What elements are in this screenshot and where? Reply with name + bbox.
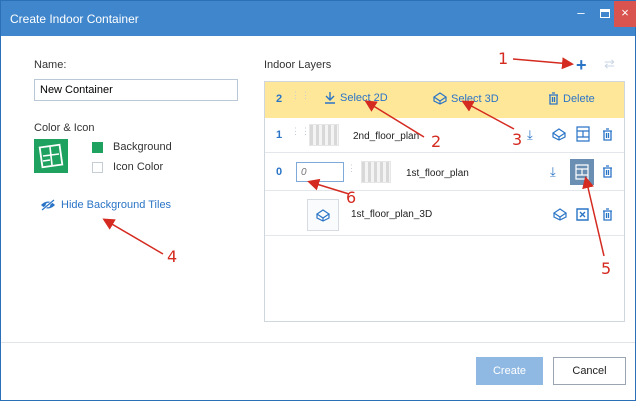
dialog-window: Create Indoor Container – × Name: Color … xyxy=(0,0,636,401)
annotation-label: 6 xyxy=(346,188,357,207)
icon-color-label: Icon Color xyxy=(113,161,164,173)
cancel-button[interactable]: Cancel xyxy=(553,357,626,385)
layer-row[interactable]: 1 ⋮⋮ 2nd_floor_plan ⤓ xyxy=(265,118,624,153)
select-3d-label: Select 3D xyxy=(451,92,499,105)
background-label: Background xyxy=(113,141,172,153)
annotation-label: 5 xyxy=(601,259,612,278)
cube-3d-icon[interactable] xyxy=(553,208,567,221)
layer-name: 1st_floor_plan xyxy=(406,168,469,179)
drag-handle-icon[interactable]: ⋮⋮ xyxy=(291,91,310,107)
hide-link-label: Hide Background Tiles xyxy=(61,199,172,211)
maximize-icon xyxy=(600,9,610,19)
add-layer-icon[interactable]: + xyxy=(576,55,587,76)
name-label: Name: xyxy=(34,59,67,71)
close-button[interactable]: × xyxy=(614,1,636,27)
select-3d-button[interactable]: Select 3D xyxy=(433,92,499,105)
layer-row-active[interactable]: 2 ⋮⋮ Select 2D Select 3D Delete xyxy=(265,82,624,118)
trash-icon xyxy=(549,92,558,105)
stack-layers-button-selected[interactable] xyxy=(570,159,594,185)
hide-background-tiles-link[interactable]: Hide Background Tiles xyxy=(40,199,171,211)
annotation-label: 3 xyxy=(512,130,523,149)
annotation-label: 4 xyxy=(167,247,178,266)
stack-layers-icon xyxy=(575,164,589,180)
name-field[interactable] xyxy=(34,79,238,101)
footer-divider xyxy=(1,342,635,343)
annotation-label: 2 xyxy=(431,132,442,151)
layer-row[interactable]: 0 ⋮⋮ 1st_floor_plan ⤓ xyxy=(265,155,624,191)
icon-color-swatch[interactable] xyxy=(92,162,103,173)
layer-index: 2 xyxy=(276,93,283,105)
container-icon-tile[interactable] xyxy=(34,139,68,173)
floorplan-thumbnail xyxy=(309,124,339,146)
layer-name: 1st_floor_plan_3D xyxy=(351,209,433,220)
floorplan-icon xyxy=(38,143,64,169)
title-bar: Create Indoor Container – × xyxy=(1,1,636,36)
background-color-swatch[interactable] xyxy=(92,142,103,153)
cube-3d-icon[interactable] xyxy=(552,128,566,141)
layer-index: 0 xyxy=(276,166,283,178)
layer-name: 2nd_floor_plan xyxy=(353,131,420,142)
create-button[interactable]: Create xyxy=(476,357,543,385)
cube-3d-icon xyxy=(433,92,447,105)
select-2d-button[interactable]: Select 2D xyxy=(324,92,388,104)
minimize-button[interactable]: – xyxy=(569,1,593,27)
download-icon[interactable]: ⤓ xyxy=(527,127,533,143)
indoor-layers-title: Indoor Layers xyxy=(264,59,332,71)
window-title: Create Indoor Container xyxy=(10,12,139,26)
layer-row-3d[interactable]: 1st_floor_plan_3D xyxy=(265,194,624,236)
layers-list: 2 ⋮⋮ Select 2D Select 3D Delete 1 ⋮⋮ 2nd… xyxy=(264,81,625,322)
swap-icon[interactable]: ⇄ xyxy=(604,56,615,72)
download-icon[interactable]: ⤓ xyxy=(550,164,556,180)
annotation-label: 1 xyxy=(498,49,509,68)
drag-handle-icon[interactable]: ⋮⋮ xyxy=(347,164,366,180)
trash-icon[interactable] xyxy=(602,165,613,178)
model-3d-thumbnail xyxy=(307,199,339,231)
delete-button[interactable]: Delete xyxy=(548,92,595,105)
color-icon-label: Color & Icon xyxy=(34,122,95,134)
trash-icon[interactable] xyxy=(602,208,613,221)
floorplan-thumbnail xyxy=(361,161,391,183)
stack-layers-icon[interactable] xyxy=(576,126,590,142)
layer-offset-input[interactable] xyxy=(296,162,344,182)
eye-slash-icon xyxy=(41,199,55,211)
select-2d-label: Select 2D xyxy=(340,92,388,104)
delete-label: Delete xyxy=(563,92,595,105)
cube-3d-icon xyxy=(316,209,330,222)
expand-icon[interactable] xyxy=(576,208,589,221)
trash-icon[interactable] xyxy=(602,128,613,141)
download-icon xyxy=(325,92,335,104)
drag-handle-icon[interactable]: ⋮⋮ xyxy=(291,127,310,143)
layer-index: 1 xyxy=(276,129,283,141)
